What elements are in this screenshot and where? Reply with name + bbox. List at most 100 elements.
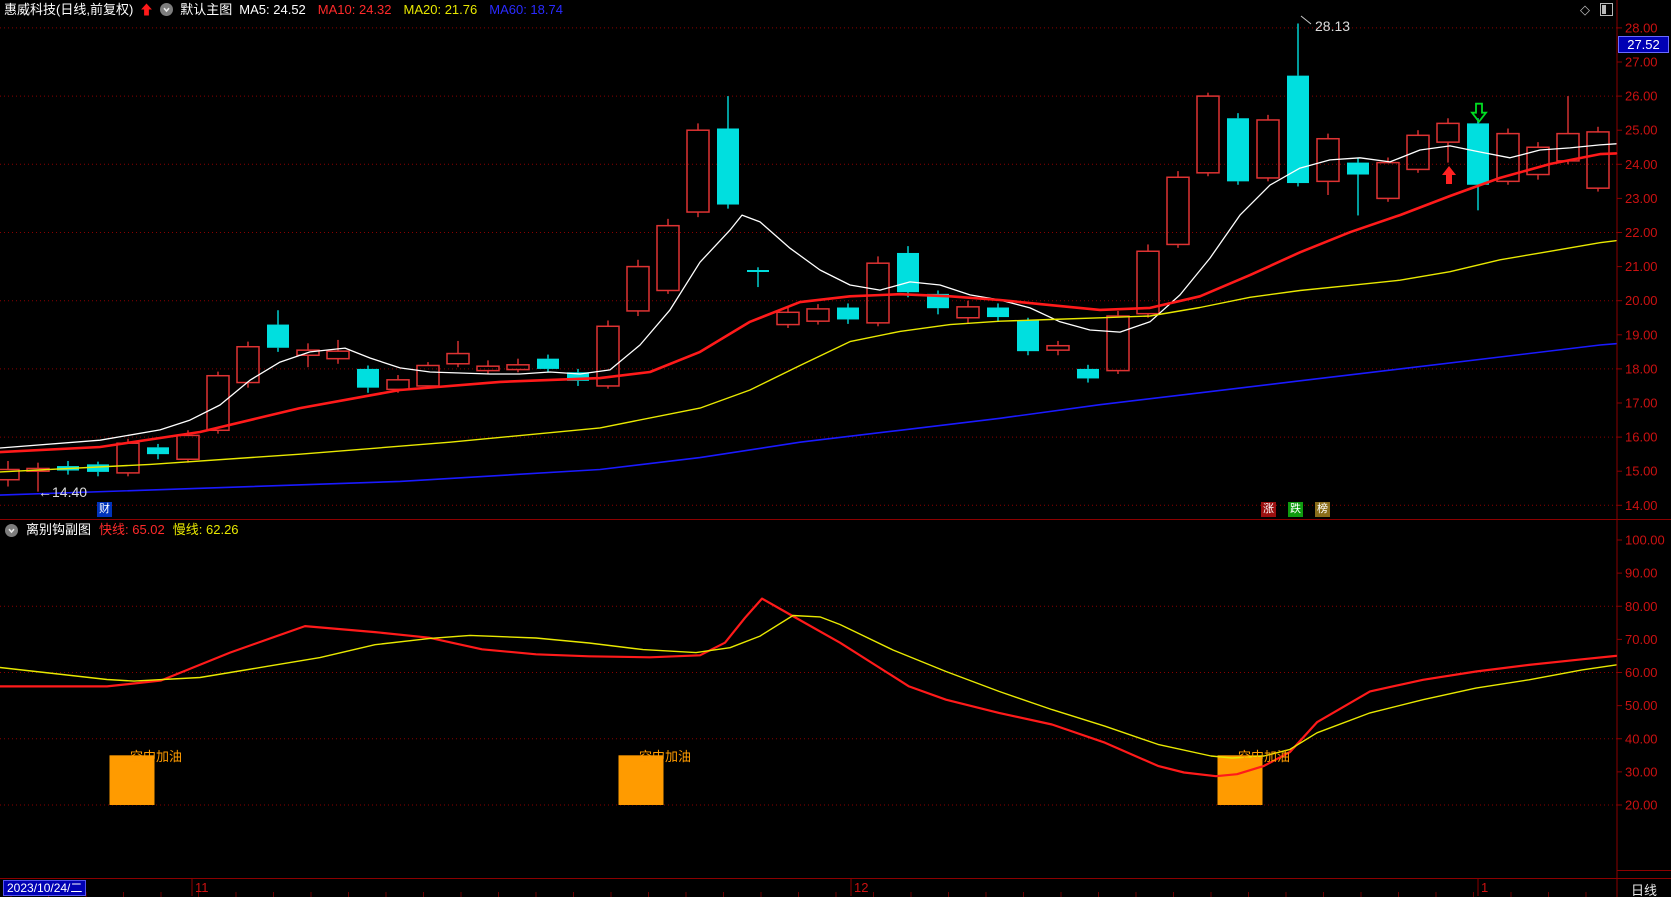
candle[interactable] — [927, 290, 949, 315]
candle[interactable] — [656, 218, 680, 294]
indicator-tick-label: 70.00 — [1625, 632, 1658, 647]
price-tick-label: 26.00 — [1625, 89, 1658, 104]
finance-news-badge[interactable]: 财 — [97, 502, 112, 517]
price-tick-label: 17.00 — [1625, 396, 1658, 411]
indicator-tick-label: 60.00 — [1625, 665, 1658, 680]
candle[interactable] — [866, 256, 890, 327]
ma-label-1: MA10: 24.32 — [317, 2, 392, 17]
candle[interactable] — [446, 340, 470, 368]
candle[interactable] — [806, 304, 830, 325]
candle[interactable] — [686, 123, 710, 218]
candle[interactable] — [537, 354, 559, 373]
high-price-annotation: 28.13 — [1315, 18, 1350, 34]
candle[interactable] — [897, 246, 919, 298]
candle[interactable] — [956, 300, 980, 323]
main-chart-header: 惠威科技(日线,前复权) 默认主图 MA5: 24.52 MA10: 24.32 M… — [0, 0, 1671, 19]
candle[interactable] — [987, 303, 1009, 322]
price-tick-label: 19.00 — [1625, 327, 1658, 342]
candle[interactable] — [1406, 130, 1430, 173]
ma-line-MA5 — [0, 143, 1617, 449]
candle[interactable] — [236, 341, 260, 388]
ma-values: MA5: 24.52 MA10: 24.32 MA20: 21.76 MA60: 18… — [239, 0, 565, 19]
candle[interactable] — [1227, 113, 1249, 185]
layout-selector[interactable]: 默认主图 — [180, 0, 232, 19]
window-tools: ◇ — [1580, 1, 1613, 18]
candle[interactable] — [326, 339, 350, 364]
price-tick-label: 14.00 — [1625, 498, 1658, 513]
chevron-down-icon[interactable] — [160, 3, 174, 16]
split-panel-icon[interactable] — [1600, 3, 1613, 16]
rank-badge-1[interactable]: 跌 — [1288, 502, 1303, 517]
rank-badge-2[interactable]: 榜 — [1315, 502, 1330, 517]
indicator-tick-label: 50.00 — [1625, 698, 1658, 713]
indicator-line — [0, 597, 1618, 778]
candle[interactable] — [1017, 317, 1039, 356]
candle[interactable] — [1556, 96, 1580, 165]
candle[interactable] — [1347, 157, 1369, 216]
signal-label-2: 空中加油 — [1238, 749, 1291, 764]
low-price-annotation: ←14.40 — [38, 484, 87, 500]
ma-line-MA60 — [0, 342, 1617, 496]
candle[interactable] — [0, 460, 20, 487]
candle[interactable] — [1046, 340, 1070, 356]
candle[interactable] — [147, 443, 169, 460]
candle[interactable] — [87, 461, 109, 477]
price-tick-label: 20.00 — [1625, 293, 1658, 308]
price-tick-label: 23.00 — [1625, 191, 1658, 206]
sell-arrow-icon — [1470, 102, 1488, 124]
candle[interactable] — [837, 303, 859, 324]
candle[interactable] — [747, 267, 769, 288]
chart-canvas[interactable]: 28.00 27.00 26.00 25.00 24.00 23.00 22.00 21.00… — [0, 0, 1671, 897]
indicator-line — [0, 614, 1617, 759]
ma-label-0: MA5: 24.52 — [239, 2, 306, 17]
candle[interactable] — [1586, 126, 1610, 192]
stock-title: 惠威科技(日线,前复权) — [4, 2, 134, 17]
month-label: 12 — [854, 880, 868, 895]
stock-chart-app: 28.00 27.00 26.00 25.00 24.00 23.00 22.00 21.00… — [0, 0, 1671, 897]
indicator-name[interactable]: 离别钩副图 — [26, 521, 91, 539]
price-tick-label: 27.00 — [1625, 55, 1658, 70]
candle[interactable] — [1256, 114, 1280, 182]
ma-line-MA10 — [0, 152, 1618, 454]
fast-line-value: 快线: 65.02 — [99, 522, 165, 537]
price-tick-label: 15.00 — [1625, 464, 1658, 479]
candle[interactable] — [1526, 142, 1550, 180]
price-tick-label: 25.00 — [1625, 123, 1658, 138]
price-tick-label: 24.00 — [1625, 157, 1658, 172]
candle[interactable] — [476, 360, 500, 375]
candle[interactable] — [626, 259, 650, 317]
candle[interactable] — [1436, 118, 1460, 163]
rank-shortcut-badges: 涨跌榜 — [1261, 502, 1330, 517]
ma-label-2: MA20: 21.76 — [403, 2, 478, 17]
indicator-tick-label: 30.00 — [1625, 764, 1658, 779]
price-tick-label: 28.00 — [1625, 20, 1658, 35]
candle[interactable] — [1077, 364, 1099, 383]
candle[interactable] — [357, 365, 379, 393]
diamond-icon[interactable]: ◇ — [1580, 0, 1590, 19]
indicator-tick-label: 90.00 — [1625, 566, 1658, 581]
period-selector[interactable]: 日线 — [1618, 880, 1670, 897]
rank-badge-0[interactable]: 涨 — [1261, 502, 1276, 517]
candle[interactable] — [506, 358, 530, 373]
candle[interactable] — [1196, 92, 1220, 177]
slow-line-value: 慢线: 62.26 — [172, 522, 239, 537]
indicator-tick-label: 20.00 — [1625, 798, 1658, 813]
ma-label-3: MA60: 18.74 — [489, 2, 563, 17]
price-tick-label: 18.00 — [1625, 361, 1658, 376]
indicator-tick-label: 80.00 — [1625, 599, 1658, 614]
month-label: 11 — [195, 880, 209, 895]
candle[interactable] — [267, 310, 289, 352]
chevron-down-icon[interactable] — [5, 523, 18, 537]
price-tick-label: 22.00 — [1625, 225, 1658, 240]
candle[interactable] — [1467, 118, 1489, 211]
candle[interactable] — [1166, 171, 1190, 248]
candle[interactable] — [416, 362, 440, 389]
candle[interactable] — [1287, 23, 1309, 187]
candle[interactable] — [1106, 310, 1130, 375]
candle[interactable] — [717, 96, 739, 209]
candle[interactable] — [206, 371, 230, 434]
last-price-tag: 27.52 — [1618, 36, 1669, 53]
month-label: 1 — [1481, 880, 1488, 895]
trend-up-arrow-icon[interactable] — [140, 3, 153, 16]
indicator-tick-label: 40.00 — [1625, 731, 1658, 746]
